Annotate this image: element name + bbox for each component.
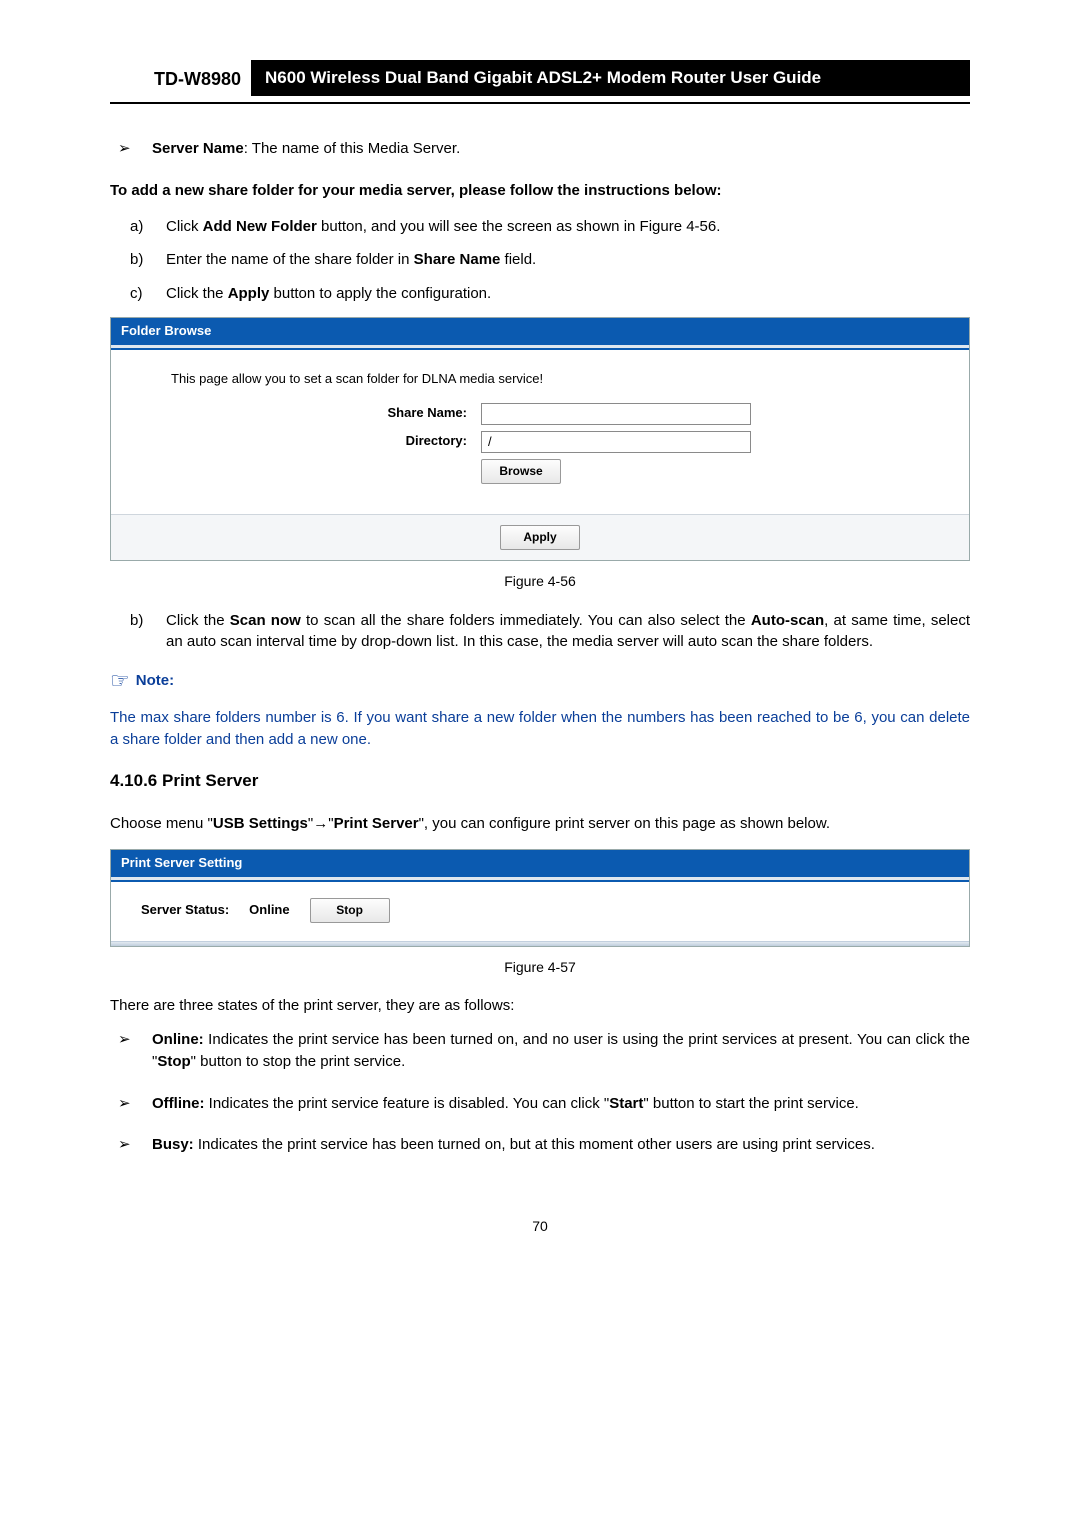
step-a: a) Click Add New Folder button, and you …	[130, 216, 970, 238]
state-label: Online:	[152, 1031, 204, 1048]
step-marker: b)	[130, 249, 166, 271]
text-bold: Auto-scan	[751, 612, 824, 629]
guide-title: N600 Wireless Dual Band Gigabit ADSL2+ M…	[251, 60, 970, 96]
header-underline	[110, 102, 970, 104]
text-bold: Scan now	[230, 612, 301, 629]
step-text: Enter the name of the share folder in Sh…	[166, 249, 970, 271]
note-label: Note:	[136, 670, 174, 692]
step-b: b) Enter the name of the share folder in…	[130, 249, 970, 271]
panel-intro-text: This page allow you to set a scan folder…	[171, 370, 909, 389]
note-body: The max share folders number is 6. If yo…	[110, 707, 970, 751]
panel-title: Print Server Setting	[111, 850, 969, 880]
text: " button to stop the print service.	[191, 1053, 406, 1070]
text: Click the	[166, 612, 230, 629]
text: Enter the name of the share folder in	[166, 251, 414, 268]
bullet-text: Busy: Indicates the print service has be…	[152, 1134, 970, 1156]
server-status-value: Online	[249, 901, 289, 920]
text-bold: Print Server	[334, 815, 419, 832]
text: field.	[500, 251, 536, 268]
text: to scan all the share folders immediatel…	[301, 612, 751, 629]
apply-button[interactable]: Apply	[500, 525, 580, 550]
abc-steps: a) Click Add New Folder button, and you …	[130, 216, 970, 305]
states-intro: There are three states of the print serv…	[110, 995, 970, 1017]
server-name-bullet: ➢ Server Name: The name of this Media Se…	[118, 138, 970, 160]
bullet-text: Offline: Indicates the print service fea…	[152, 1093, 970, 1115]
step-text: Click the Scan now to scan all the share…	[166, 610, 970, 654]
step-text: Click the Apply button to apply the conf…	[166, 283, 970, 305]
print-server-intro: Choose menu "USB Settings"→"Print Server…	[110, 813, 970, 835]
server-status-label: Server Status:	[141, 901, 229, 920]
bullet-text: Server Name: The name of this Media Serv…	[152, 138, 970, 160]
text: Indicates the print service has been tur…	[194, 1136, 875, 1153]
hand-pointer-icon: ☞	[110, 665, 130, 697]
step-c: c) Click the Apply button to apply the c…	[130, 283, 970, 305]
step-b2: b) Click the Scan now to scan all the sh…	[130, 610, 970, 654]
print-server-panel: Print Server Setting Server Status: Onli…	[110, 849, 970, 947]
directory-input[interactable]	[481, 431, 751, 453]
text-bold: Share Name	[414, 251, 501, 268]
folder-browse-panel: Folder Browse This page allow you to set…	[110, 317, 970, 561]
panel-title: Folder Browse	[111, 318, 969, 348]
chevron-right-icon: ➢	[118, 1134, 152, 1156]
note-header: ☞ Note:	[110, 665, 970, 697]
panel-body: Server Status: Online Stop	[111, 882, 969, 941]
step-b2-wrapper: b) Click the Scan now to scan all the sh…	[130, 610, 970, 654]
panel-footer: Apply	[111, 514, 969, 560]
text: Click the	[166, 285, 228, 302]
chevron-right-icon: ➢	[118, 1029, 152, 1051]
step-marker: c)	[130, 283, 166, 305]
text: button, and you will see the screen as s…	[317, 218, 721, 235]
step-marker: b)	[130, 610, 166, 654]
step-text: Click Add New Folder button, and you wil…	[166, 216, 970, 238]
server-name-label: Server Name	[152, 140, 244, 157]
share-name-input[interactable]	[481, 403, 751, 425]
share-name-label: Share Name:	[171, 404, 481, 423]
directory-label: Directory:	[171, 432, 481, 451]
panel-body: This page allow you to set a scan folder…	[111, 350, 969, 514]
page-number: 70	[110, 1216, 970, 1236]
text: " button to start the print service.	[643, 1095, 858, 1112]
figure-caption: Figure 4-56	[110, 571, 970, 591]
page-header: TD-W8980 N600 Wireless Dual Band Gigabit…	[110, 60, 970, 96]
state-label: Busy:	[152, 1136, 194, 1153]
state-busy: ➢ Busy: Indicates the print service has …	[118, 1134, 970, 1156]
text-bold: Start	[609, 1095, 643, 1112]
text: ", you can configure print server on thi…	[419, 815, 830, 832]
browse-row: Browse	[171, 459, 909, 484]
text: Choose menu "	[110, 815, 213, 832]
text: "→"	[308, 815, 334, 832]
chevron-right-icon: ➢	[118, 138, 152, 160]
text: Indicates the print service feature is d…	[205, 1095, 610, 1112]
state-online: ➢ Online: Indicates the print service ha…	[118, 1029, 970, 1073]
figure-caption: Figure 4-57	[110, 957, 970, 977]
browse-button[interactable]: Browse	[481, 459, 561, 484]
bullet-text: Online: Indicates the print service has …	[152, 1029, 970, 1073]
directory-row: Directory:	[171, 431, 909, 453]
text: button to apply the configuration.	[269, 285, 491, 302]
chevron-right-icon: ➢	[118, 1093, 152, 1115]
state-label: Offline:	[152, 1095, 205, 1112]
text: Click	[166, 218, 203, 235]
step-marker: a)	[130, 216, 166, 238]
section-heading: 4.10.6 Print Server	[110, 769, 970, 794]
text-bold: Add New Folder	[203, 218, 317, 235]
add-folder-heading: To add a new share folder for your media…	[110, 180, 970, 202]
server-name-rest: : The name of this Media Server.	[244, 140, 461, 157]
model-number: TD-W8980	[110, 60, 251, 96]
text-bold: Apply	[228, 285, 270, 302]
panel-bottom-stripe	[111, 941, 969, 946]
state-offline: ➢ Offline: Indicates the print service f…	[118, 1093, 970, 1115]
text-bold: USB Settings	[213, 815, 308, 832]
stop-button[interactable]: Stop	[310, 898, 390, 923]
share-name-row: Share Name:	[171, 403, 909, 425]
text-bold: Stop	[157, 1053, 190, 1070]
